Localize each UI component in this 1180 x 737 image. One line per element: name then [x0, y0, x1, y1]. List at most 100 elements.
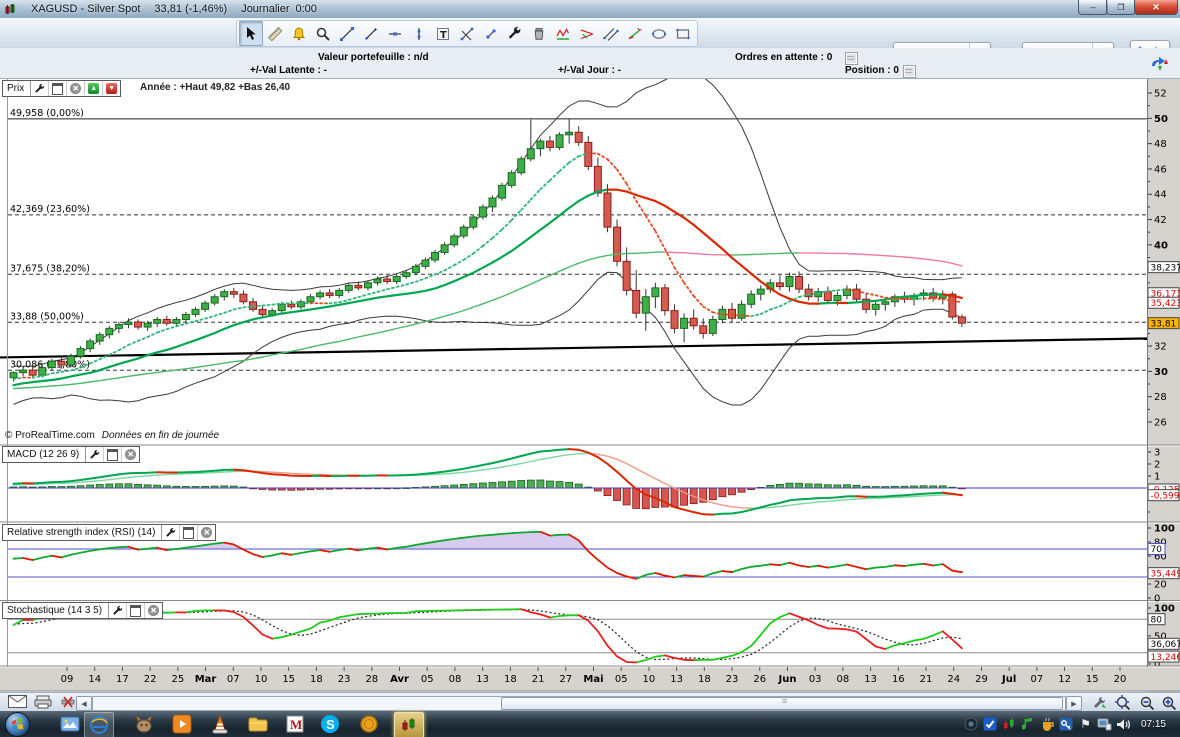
- svg-text:70: 70: [1151, 545, 1163, 555]
- copyright-text: © ProRealTime.com: [5, 430, 95, 441]
- position-list-icon[interactable]: [903, 65, 916, 78]
- cross-lines-tool[interactable]: [455, 21, 479, 46]
- close-button[interactable]: ✕: [1134, 0, 1178, 15]
- taskbar-skype-icon[interactable]: S: [316, 712, 344, 736]
- svg-text:13: 13: [670, 674, 683, 685]
- fan-lines-tool[interactable]: [551, 21, 575, 46]
- network-icon[interactable]: [1095, 716, 1114, 732]
- svg-text:25: 25: [171, 674, 184, 685]
- delete-tool[interactable]: [527, 21, 551, 46]
- taskbar-picture-viewer-icon[interactable]: [56, 712, 84, 736]
- rectangle-tool[interactable]: [671, 21, 695, 46]
- taskbar-prorealtime-icon[interactable]: [394, 712, 424, 737]
- svg-text:26: 26: [753, 674, 766, 685]
- svg-text:15: 15: [282, 674, 295, 685]
- data-note-text: Données en fin de journée: [102, 430, 219, 441]
- svg-text:30: 30: [1154, 367, 1168, 378]
- portfolio-value-label: Valeur portefeuille : n/d: [318, 52, 429, 63]
- day-pnl-label: +/-Val Jour : -: [558, 65, 621, 76]
- close-icon[interactable]: ✕: [198, 525, 215, 540]
- title-price-change: 33,81 (-1,46%): [154, 3, 227, 15]
- wrench-icon[interactable]: [86, 447, 104, 462]
- zoom-tool[interactable]: [311, 21, 335, 46]
- svg-text:2: 2: [1154, 460, 1160, 471]
- window-titlebar[interactable]: XAGUSD - Silver Spot 33,81 (-1,46%) Jour…: [0, 0, 1180, 19]
- close-icon[interactable]: ✕: [67, 81, 85, 96]
- security-check-icon[interactable]: [981, 716, 1000, 732]
- taskbar-emule-icon[interactable]: [130, 712, 158, 736]
- prorealtime-tray-icon[interactable]: [1000, 716, 1019, 732]
- taskbar-explorer-folder-icon[interactable]: [244, 712, 272, 736]
- macd-panel-header: MACD (12 26 9) ✕: [2, 446, 140, 463]
- taskbar-trader-coin-icon[interactable]: [355, 712, 383, 736]
- svg-text:100: 100: [1154, 604, 1175, 615]
- wrench-icon[interactable]: [31, 81, 49, 96]
- svg-text:12: 12: [1058, 674, 1071, 685]
- volume-icon[interactable]: [1114, 716, 1133, 732]
- close-icon[interactable]: ✕: [122, 447, 139, 462]
- taskbar-money-icon[interactable]: M: [281, 712, 309, 736]
- triangle-pattern-tool[interactable]: [575, 21, 599, 46]
- taskbar-media-player-icon[interactable]: [168, 712, 196, 736]
- price-panel-title: Prix: [3, 81, 31, 96]
- alert-tool[interactable]: [287, 21, 311, 46]
- wrench-icon[interactable]: [162, 525, 180, 540]
- svg-text:35,449: 35,449: [1151, 569, 1180, 579]
- ellipse-tool[interactable]: [647, 21, 671, 46]
- wrench-icon[interactable]: [109, 603, 127, 618]
- taskbar-internet-explorer-icon[interactable]: [84, 712, 114, 737]
- horizontal-scrollbar[interactable]: [92, 696, 1066, 711]
- start-button[interactable]: [5, 712, 30, 737]
- regression-tool[interactable]: [623, 21, 647, 46]
- buy-arrow-icon[interactable]: ▲: [85, 81, 103, 96]
- svg-text:17: 17: [116, 674, 129, 685]
- flag-icon[interactable]: ⚑: [1076, 716, 1095, 732]
- svg-text:Jul: Jul: [1001, 674, 1016, 685]
- detach-window-icon[interactable]: [180, 525, 198, 540]
- rsi-panel-title: Relative strength index (RSI) (14): [3, 525, 162, 540]
- password-key-icon[interactable]: [1057, 716, 1076, 732]
- svg-text:1: 1: [1154, 472, 1160, 483]
- minimize-button[interactable]: –: [1078, 0, 1108, 15]
- svg-text:32: 32: [1154, 342, 1167, 353]
- taskbar-vlc-icon[interactable]: [206, 712, 234, 736]
- copyright-label: © ProRealTime.com Données en fin de journ…: [5, 430, 219, 441]
- text-tool[interactable]: T: [431, 21, 455, 46]
- vertical-line-tool[interactable]: [407, 21, 431, 46]
- scroll-right-button[interactable]: ▶: [1066, 696, 1082, 711]
- settings-tool[interactable]: [503, 21, 527, 46]
- select-tool[interactable]: [239, 21, 263, 46]
- chart-canvas[interactable]: 49,958 (0,00%)42,369 (23,60%)37,675 (38,…: [0, 78, 1180, 692]
- scroll-left-button[interactable]: ◀: [76, 696, 92, 711]
- svg-text:22: 22: [144, 674, 157, 685]
- ruler-tool[interactable]: [263, 21, 287, 46]
- detach-window-icon[interactable]: [104, 447, 122, 462]
- svg-text:42,369 (23,60%): 42,369 (23,60%): [10, 204, 90, 215]
- orders-list-icon[interactable]: [845, 52, 858, 65]
- svg-text:05: 05: [615, 674, 628, 685]
- latent-pnl-label: +/-Val Latente : -: [250, 65, 327, 76]
- svg-text:09: 09: [61, 674, 74, 685]
- svg-text:-0,5992: -0,5992: [1151, 491, 1180, 501]
- svg-text:18: 18: [310, 674, 323, 685]
- webcam-icon[interactable]: [962, 716, 981, 732]
- refresh-icon[interactable]: [1148, 56, 1170, 79]
- detach-window-icon[interactable]: [49, 81, 67, 96]
- sell-arrow-icon[interactable]: ▼: [103, 81, 120, 96]
- segment-tool[interactable]: [359, 21, 383, 46]
- parallel-lines-tool[interactable]: [599, 21, 623, 46]
- restore-button[interactable]: ❐: [1106, 0, 1136, 15]
- point-segment-tool[interactable]: [479, 21, 503, 46]
- notes-icon[interactable]: [1019, 716, 1038, 732]
- price-panel-header: Prix ✕ ▲ ▼: [2, 80, 121, 97]
- account-info-row: Valeur portefeuille : n/d +/-Val Latente…: [0, 48, 1180, 78]
- trendline-tool[interactable]: [335, 21, 359, 46]
- java-icon[interactable]: [1038, 716, 1057, 732]
- close-icon[interactable]: ✕: [145, 603, 162, 618]
- scrollbar-thumb[interactable]: [501, 697, 1063, 710]
- taskbar-clock[interactable]: 07:15: [1141, 719, 1166, 730]
- detach-window-icon[interactable]: [127, 603, 145, 618]
- svg-text:21: 21: [920, 674, 933, 685]
- svg-text:35,423: 35,423: [1151, 299, 1180, 309]
- horizontal-line-tool[interactable]: [383, 21, 407, 46]
